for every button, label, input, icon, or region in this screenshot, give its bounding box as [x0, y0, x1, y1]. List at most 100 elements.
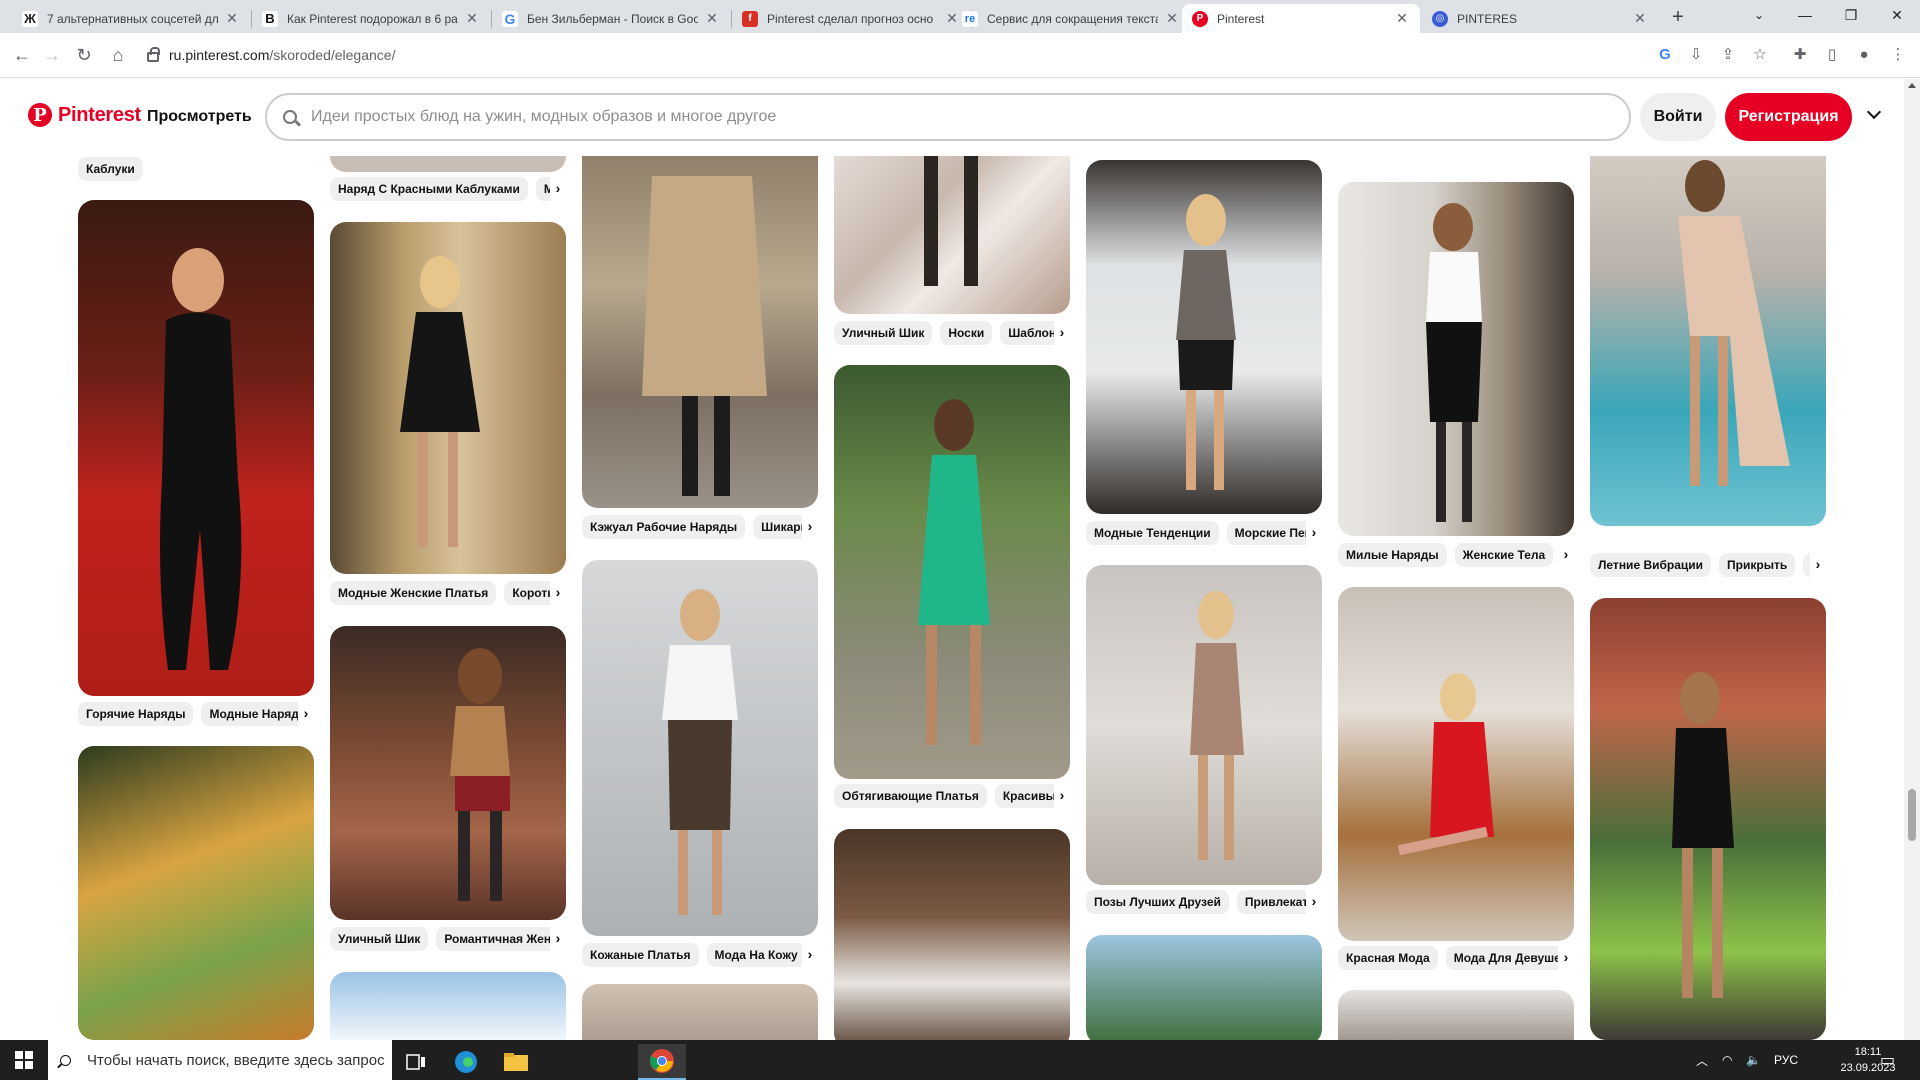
chevron-right-icon[interactable]: ›: [1054, 783, 1070, 809]
taskbar-search[interactable]: Чтобы начать поиск, введите здесь запрос: [48, 1040, 392, 1080]
chevron-right-icon[interactable]: ›: [1306, 520, 1322, 546]
tag-chip[interactable]: Мода Для Девушек: [1445, 946, 1574, 970]
pin-image[interactable]: [1590, 156, 1826, 526]
menu-kebab-icon[interactable]: ⋮: [1888, 45, 1908, 65]
browser-tab[interactable]: ◎ PINTERES ✕: [1422, 4, 1658, 33]
tag-chip[interactable]: Модные Тенденции: [1086, 521, 1219, 545]
tab-search-icon[interactable]: ⌄: [1736, 0, 1782, 30]
chevron-right-icon[interactable]: ›: [298, 701, 314, 727]
tag-chip[interactable]: Обтягивающие Платья: [834, 784, 987, 808]
tag-chip[interactable]: Каблуки: [78, 157, 143, 181]
tag-chip[interactable]: Летние Вибрации: [1590, 553, 1712, 577]
close-icon[interactable]: ✕: [1632, 10, 1648, 27]
chevron-right-icon[interactable]: ›: [1054, 320, 1070, 346]
side-panel-icon[interactable]: ▯: [1822, 45, 1842, 65]
chrome-browser-icon[interactable]: [638, 1044, 686, 1080]
pin-image[interactable]: [1590, 598, 1826, 1040]
tag-chip[interactable]: Носки: [940, 321, 993, 345]
tag-chip[interactable]: Позы Лучших Друзей: [1086, 890, 1229, 914]
close-icon[interactable]: ✕: [704, 10, 720, 27]
close-window-button[interactable]: ✕: [1874, 0, 1920, 30]
tag-chip[interactable]: Романтичная Женщ: [436, 927, 566, 951]
tag-chip[interactable]: Модные Женские Платья: [330, 581, 497, 605]
login-button[interactable]: Войти: [1640, 93, 1716, 141]
reload-icon[interactable]: ↻: [70, 41, 98, 69]
forward-icon[interactable]: →: [38, 41, 66, 69]
browse-link[interactable]: Просмотреть: [147, 108, 252, 126]
pin-image[interactable]: [1086, 565, 1322, 885]
chevron-right-icon[interactable]: ›: [550, 176, 566, 202]
share-icon[interactable]: ⇪: [1718, 45, 1738, 65]
close-icon[interactable]: ✕: [1394, 10, 1410, 27]
browser-tab[interactable]: B Как Pinterest подорожал в 6 ра ✕: [252, 4, 490, 33]
pin-image[interactable]: [834, 829, 1070, 1040]
edge-browser-icon[interactable]: [442, 1044, 490, 1080]
home-icon[interactable]: ⌂: [104, 41, 132, 69]
pin-image[interactable]: [834, 365, 1070, 779]
tag-chip[interactable]: Уличный Шик: [330, 927, 429, 951]
chevron-right-icon[interactable]: ›: [802, 942, 818, 968]
tag-chip[interactable]: Красная Мода: [1338, 946, 1438, 970]
tag-chip[interactable]: Наряд С Красными Каблуками: [330, 177, 528, 201]
tag-chip[interactable]: Уличный Шик: [834, 321, 933, 345]
chevron-right-icon[interactable]: ›: [1306, 889, 1322, 915]
chevron-right-icon[interactable]: ›: [1810, 552, 1826, 578]
pin-image[interactable]: [330, 222, 566, 574]
search-bar[interactable]: [265, 93, 1631, 141]
browser-tab[interactable]: G Бен Зильберман - Поиск в Goo ✕: [492, 4, 730, 33]
tag-chip[interactable]: Кожаные Платья: [582, 943, 699, 967]
minimize-button[interactable]: —: [1782, 0, 1828, 30]
chevron-right-icon[interactable]: ›: [1558, 945, 1574, 971]
address-bar[interactable]: ru.pinterest.com/skoroded/elegance/: [135, 39, 1665, 71]
browser-tab-active[interactable]: P Pinterest ✕: [1182, 4, 1420, 33]
browser-tab[interactable]: f Pinterest сделал прогноз осно ✕: [732, 4, 970, 33]
pin-image[interactable]: [78, 200, 314, 696]
pin-image[interactable]: [582, 560, 818, 936]
browser-tab[interactable]: Ж 7 альтернативных соцсетей дл ✕: [12, 4, 250, 33]
signup-button[interactable]: Регистрация: [1725, 93, 1852, 141]
pin-image[interactable]: [330, 626, 566, 920]
chevron-right-icon[interactable]: ›: [550, 580, 566, 606]
scrollbar-thumb[interactable]: [1908, 789, 1916, 841]
profile-avatar-icon[interactable]: ●: [1854, 45, 1874, 65]
pin-image[interactable]: [330, 972, 566, 1040]
pin-image[interactable]: [78, 746, 314, 1040]
extensions-icon[interactable]: ✚: [1790, 45, 1810, 65]
tag-chip[interactable]: Мода На Кожу: [706, 943, 806, 967]
pin-image[interactable]: [330, 156, 566, 172]
page-scrollbar[interactable]: [1904, 79, 1920, 1040]
google-lens-icon[interactable]: G: [1655, 45, 1675, 65]
close-icon[interactable]: ✕: [464, 10, 480, 27]
tag-chip[interactable]: Прикрыть: [1719, 553, 1796, 577]
pin-image[interactable]: [1086, 160, 1322, 514]
pin-image[interactable]: [1338, 990, 1574, 1040]
chevron-right-icon[interactable]: ›: [802, 514, 818, 540]
pin-image[interactable]: [834, 156, 1070, 314]
tag-chip[interactable]: Милые Наряды: [1338, 543, 1447, 567]
chevron-right-icon[interactable]: ›: [550, 926, 566, 952]
notifications-icon[interactable]: ▭: [1880, 1040, 1895, 1080]
windows-start-icon[interactable]: [15, 1051, 33, 1069]
language-indicator[interactable]: РУС: [1774, 1040, 1798, 1080]
pinterest-logo[interactable]: P Pinterest: [28, 103, 141, 127]
chevron-right-icon[interactable]: ›: [1558, 542, 1574, 568]
pin-image[interactable]: [1086, 935, 1322, 1040]
tag-chip[interactable]: Женские Тела: [1454, 543, 1554, 567]
scroll-up-icon[interactable]: [1908, 83, 1916, 88]
pin-image[interactable]: [582, 984, 818, 1040]
wifi-icon[interactable]: ◠: [1722, 1040, 1732, 1080]
file-explorer-icon[interactable]: [492, 1044, 540, 1080]
volume-icon[interactable]: 🔈: [1746, 1040, 1761, 1080]
tag-chip[interactable]: Кэжуал Рабочие Наряды: [582, 515, 746, 539]
pin-image[interactable]: [1338, 587, 1574, 941]
new-tab-button[interactable]: +: [1664, 4, 1692, 30]
chevron-down-icon[interactable]: [1866, 106, 1882, 122]
tag-chip[interactable]: Горячие Наряды: [78, 702, 194, 726]
pin-image[interactable]: [582, 156, 818, 508]
tray-up-arrow-icon[interactable]: ︿: [1696, 1040, 1708, 1080]
close-icon[interactable]: ✕: [224, 10, 240, 27]
close-icon[interactable]: ✕: [1164, 10, 1180, 27]
restore-button[interactable]: ❐: [1828, 0, 1874, 30]
install-icon[interactable]: ⇩: [1686, 45, 1706, 65]
pin-image[interactable]: [1338, 182, 1574, 536]
